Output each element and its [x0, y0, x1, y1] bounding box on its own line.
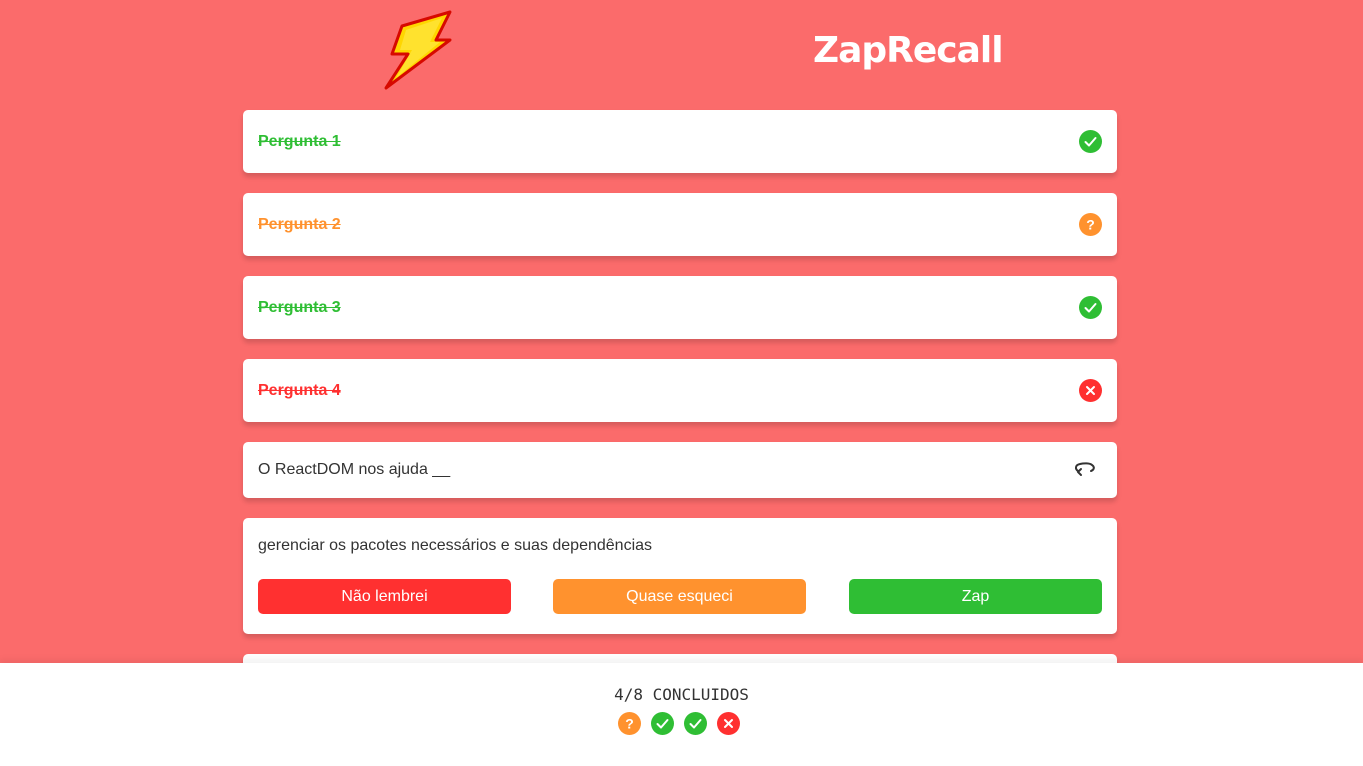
check-circle-icon: [651, 712, 674, 735]
footer: 4/8 CONCLUIDOS ?: [0, 663, 1363, 766]
question-card: O ReactDOM nos ajuda __: [243, 442, 1117, 498]
app-title: ZapRecall: [813, 30, 1004, 71]
progress-counter: 4/8 CONCLUIDOS: [614, 685, 749, 704]
flip-arrow-icon[interactable]: [1073, 458, 1097, 480]
flashcard-1[interactable]: Pergunta 1: [243, 110, 1117, 173]
header: ZapRecall: [0, 0, 1363, 110]
question-text: O ReactDOM nos ajuda __: [258, 461, 451, 478]
x-circle-icon: [717, 712, 740, 735]
flashcard-2[interactable]: Pergunta 2 ?: [243, 193, 1117, 256]
check-circle-icon: [1079, 296, 1102, 319]
card-label: Pergunta 3: [258, 299, 341, 316]
lightning-bolt-icon: [384, 10, 452, 90]
question-circle-icon: ?: [1079, 213, 1102, 236]
zap-button[interactable]: Zap: [849, 579, 1102, 614]
result-icons: ?: [618, 712, 740, 735]
answer-text: gerenciar os pacotes necessários e suas …: [258, 537, 653, 554]
svg-text:?: ?: [1086, 217, 1095, 233]
x-circle-icon: [1079, 379, 1102, 402]
card-label: Pergunta 2: [258, 216, 341, 233]
answer-card: gerenciar os pacotes necessários e suas …: [243, 518, 1117, 634]
card-label: Pergunta 1: [258, 133, 341, 150]
check-circle-icon: [1079, 130, 1102, 153]
flashcard-4[interactable]: Pergunta 4: [243, 359, 1117, 422]
not-remembered-button[interactable]: Não lembrei: [258, 579, 511, 614]
question-circle-icon: ?: [618, 712, 641, 735]
almost-forgot-button[interactable]: Quase esqueci: [553, 579, 806, 614]
flashcard-3[interactable]: Pergunta 3: [243, 276, 1117, 339]
svg-text:?: ?: [625, 716, 634, 732]
check-circle-icon: [684, 712, 707, 735]
card-label: Pergunta 4: [258, 382, 341, 399]
